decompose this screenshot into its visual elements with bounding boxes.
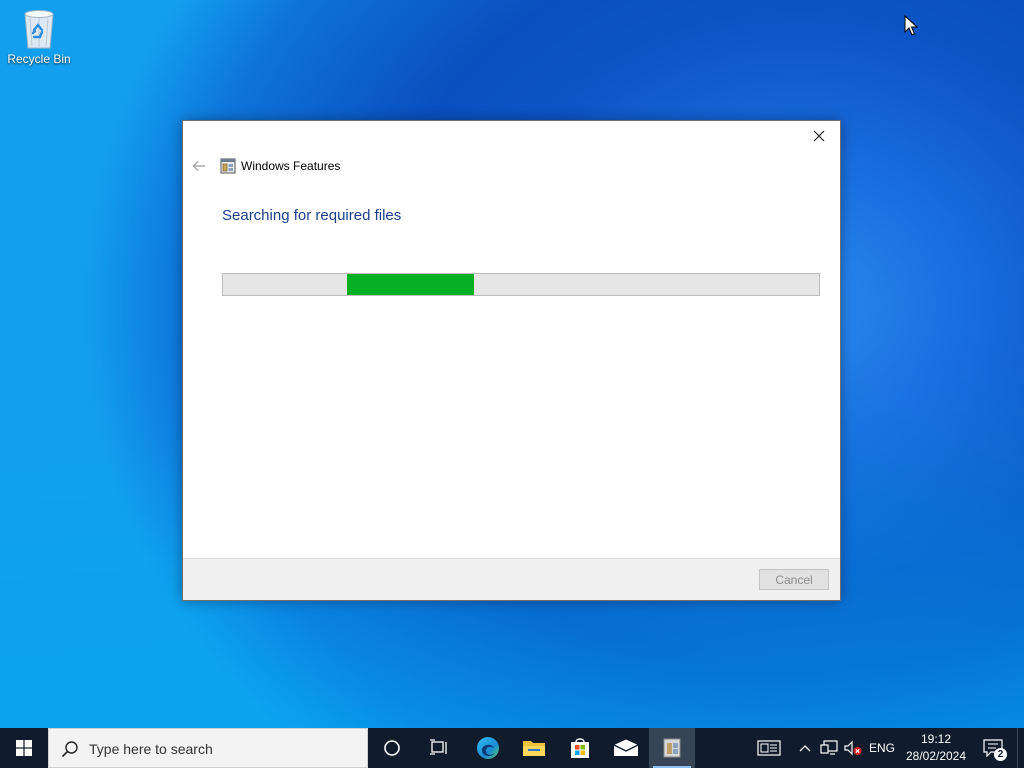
- windows-features-icon: [220, 158, 236, 174]
- show-hidden-icons-button[interactable]: [796, 728, 814, 768]
- desktop: Recycle Bin Windows Features Searching f…: [0, 0, 1024, 728]
- recycle-bin-shortcut[interactable]: Recycle Bin: [4, 6, 74, 74]
- taskbar-search-box[interactable]: Type here to search: [48, 728, 368, 768]
- progress-marquee: [346, 274, 474, 295]
- windows-logo-icon: [16, 740, 32, 756]
- cortana-button[interactable]: [369, 728, 415, 768]
- volume-muted-icon: [844, 740, 862, 756]
- edge-icon: [477, 737, 499, 759]
- mail-envelope-icon: [613, 739, 639, 756]
- news-widget-icon: [757, 740, 781, 756]
- input-language-indicator[interactable]: ENG: [866, 728, 898, 768]
- show-desktop-button[interactable]: [1017, 728, 1024, 768]
- task-view-button[interactable]: [416, 728, 462, 768]
- clock-date: 28/02/2024: [905, 749, 967, 763]
- action-center-button[interactable]: 2: [975, 728, 1011, 768]
- microsoft-store-button[interactable]: [557, 728, 603, 768]
- back-button[interactable]: [191, 158, 207, 174]
- close-button[interactable]: [804, 125, 834, 147]
- windows-features-dialog: Windows Features Searching for required …: [182, 120, 841, 601]
- clock-time: 19:12: [920, 732, 952, 746]
- volume-button[interactable]: [842, 728, 864, 768]
- back-arrow-icon: [192, 161, 205, 171]
- status-heading: Searching for required files: [222, 207, 402, 224]
- mouse-pointer-icon: [904, 15, 918, 36]
- network-icon: [820, 740, 838, 755]
- news-widget-button[interactable]: [755, 728, 783, 768]
- edge-button[interactable]: [465, 728, 511, 768]
- mail-button[interactable]: [603, 728, 649, 768]
- network-button[interactable]: [818, 728, 840, 768]
- clock[interactable]: 19:12 28/02/2024: [901, 731, 971, 765]
- cortana-circle-icon: [384, 740, 400, 756]
- taskbar: Type here to search ENG 19:12 28/02/2024…: [0, 728, 1024, 768]
- store-bag-icon: [571, 738, 589, 758]
- search-placeholder: Type here to search: [89, 741, 213, 757]
- progress-bar: [222, 273, 820, 296]
- file-explorer-button[interactable]: [511, 728, 557, 768]
- recycle-bin-icon: [24, 10, 54, 49]
- folder-icon: [523, 741, 545, 756]
- recycle-bin-label: Recycle Bin: [7, 52, 71, 66]
- task-view-icon: [430, 739, 447, 755]
- close-icon: [813, 130, 825, 142]
- notification-count-badge: 2: [994, 748, 1007, 761]
- windows-features-taskbar-button[interactable]: [649, 728, 695, 768]
- cancel-button[interactable]: Cancel: [759, 569, 829, 590]
- chevron-up-icon: [799, 745, 811, 752]
- start-button[interactable]: [0, 728, 48, 768]
- search-icon: [61, 741, 78, 758]
- dialog-footer: Cancel: [183, 558, 840, 600]
- windows-features-icon: [663, 738, 681, 758]
- window-title: Windows Features: [241, 159, 341, 173]
